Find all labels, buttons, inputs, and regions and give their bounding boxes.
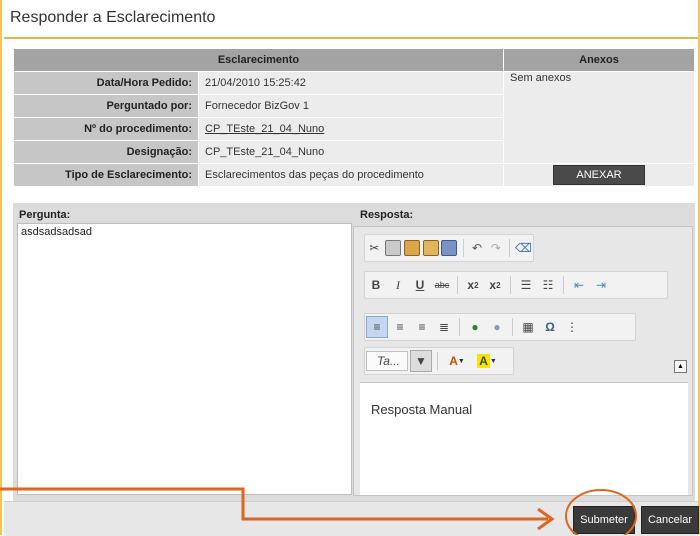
bullet-list-icon[interactable]: ☷ bbox=[538, 275, 558, 295]
label-procedure-number: Nº do procedimento: bbox=[13, 117, 199, 141]
dialog-title: Responder a Esclarecimento bbox=[10, 9, 216, 26]
outdent-icon[interactable]: ⇤ bbox=[569, 275, 589, 295]
paste-text-icon[interactable] bbox=[422, 238, 439, 258]
strikethrough-icon[interactable]: abc bbox=[432, 275, 452, 295]
bg-color-icon[interactable]: A ▼ bbox=[473, 351, 501, 371]
align-left-icon[interactable]: ≡ bbox=[366, 316, 388, 338]
info-row: Tipo de Esclarecimento: Esclarecimentos … bbox=[13, 163, 695, 187]
link-icon[interactable]: ● bbox=[465, 317, 485, 337]
section-header: Esclarecimento bbox=[13, 48, 504, 72]
cut-icon[interactable]: ✂ bbox=[366, 238, 383, 258]
indent-icon[interactable]: ⇥ bbox=[591, 275, 611, 295]
cancel-button[interactable]: Cancelar bbox=[641, 506, 699, 534]
toolbar-separator bbox=[437, 352, 438, 370]
toolbar-formatting: B I U abc x2 x2 ☰ ☷ ⇤ ⇥ bbox=[364, 271, 668, 299]
paste-word-icon[interactable] bbox=[441, 238, 458, 258]
attach-button[interactable]: ANEXAR bbox=[553, 165, 645, 185]
rich-text-editor: ✂ ↶ ↷ ⌫ B I U abc x2 x2 ☰ ☷ ⇤ ⇥ ≡ ≡ ≡ ≣ … bbox=[353, 226, 693, 496]
toolbar-separator bbox=[509, 239, 511, 257]
value-procedure-number: CP_TEste_21_04_Nuno bbox=[198, 117, 504, 141]
info-row: Data/Hora Pedido: 21/04/2010 15:25:42 Se… bbox=[13, 71, 695, 164]
question-textarea[interactable]: asdsadsadsad bbox=[17, 223, 352, 495]
value-request-date: 21/04/2010 15:25:42 bbox=[198, 71, 504, 95]
align-center-icon[interactable]: ≡ bbox=[390, 317, 410, 337]
toolbar-separator bbox=[459, 318, 460, 336]
special-char-icon[interactable]: Ω bbox=[540, 317, 560, 337]
collapse-toolbar-icon[interactable]: ▲ bbox=[674, 360, 687, 373]
label-request-date: Data/Hora Pedido: bbox=[13, 71, 199, 95]
table-icon[interactable]: ▦ bbox=[518, 317, 538, 337]
response-text: Resposta Manual bbox=[371, 402, 473, 417]
underline-icon[interactable]: U bbox=[410, 275, 430, 295]
page-break-icon[interactable]: ⋮ bbox=[562, 317, 582, 337]
label-asked-by: Perguntado por: bbox=[13, 94, 199, 118]
numbered-list-icon[interactable]: ☰ bbox=[516, 275, 536, 295]
submit-button[interactable]: Submeter bbox=[573, 506, 635, 534]
toolbar-align-insert: ≡ ≡ ≡ ≣ ● ● ▦ Ω ⋮ bbox=[364, 313, 636, 341]
toolbar-separator bbox=[512, 318, 513, 336]
toolbar-separator bbox=[510, 276, 511, 294]
justify-icon[interactable]: ≣ bbox=[434, 317, 454, 337]
align-right-icon[interactable]: ≡ bbox=[412, 317, 432, 337]
paste-icon[interactable] bbox=[403, 238, 421, 258]
superscript-icon[interactable]: x2 bbox=[485, 275, 505, 295]
toolbar-separator bbox=[457, 276, 458, 294]
toolbar-separator bbox=[462, 239, 464, 257]
question-label: Pergunta: bbox=[19, 209, 71, 221]
copy-icon[interactable] bbox=[385, 238, 402, 258]
italic-icon[interactable]: I bbox=[388, 275, 408, 295]
toolbar-styles: Ta... ▼ A ▼ A ▼ bbox=[364, 347, 514, 375]
attachments-header: Anexos bbox=[503, 48, 695, 72]
attachments-cell: Sem anexos bbox=[503, 71, 695, 164]
label-clarification-type: Tipo de Esclarecimento: bbox=[13, 163, 199, 187]
eraser-icon[interactable]: ⌫ bbox=[515, 238, 532, 258]
undo-icon[interactable]: ↶ bbox=[469, 238, 486, 258]
value-clarification-type: Esclarecimentos das peças do procediment… bbox=[198, 163, 504, 187]
redo-icon[interactable]: ↷ bbox=[487, 238, 504, 258]
no-attachments-text: Sem anexos bbox=[510, 72, 572, 84]
unlink-icon[interactable]: ● bbox=[487, 317, 507, 337]
value-designation: CP_TEste_21_04_Nuno bbox=[198, 140, 504, 164]
response-label: Resposta: bbox=[360, 209, 414, 221]
style-select[interactable]: Ta... bbox=[366, 351, 408, 371]
response-textarea[interactable]: Resposta Manual bbox=[360, 382, 688, 495]
clarification-info-table: Esclarecimento Anexos Data/Hora Pedido: … bbox=[13, 48, 695, 187]
label-designation: Designação: bbox=[13, 140, 199, 164]
subscript-icon[interactable]: x2 bbox=[463, 275, 483, 295]
chevron-down-icon[interactable]: ▼ bbox=[410, 350, 432, 372]
title-divider bbox=[4, 37, 698, 39]
value-asked-by: Fornecedor BizGov 1 bbox=[198, 94, 504, 118]
toolbar-clipboard: ✂ ↶ ↷ ⌫ bbox=[364, 234, 534, 262]
text-color-icon[interactable]: A ▼ bbox=[443, 351, 471, 371]
toolbar-separator bbox=[563, 276, 564, 294]
attach-button-cell: ANEXAR bbox=[503, 163, 695, 187]
procedure-link[interactable]: CP_TEste_21_04_Nuno bbox=[205, 123, 324, 135]
bold-icon[interactable]: B bbox=[366, 275, 386, 295]
